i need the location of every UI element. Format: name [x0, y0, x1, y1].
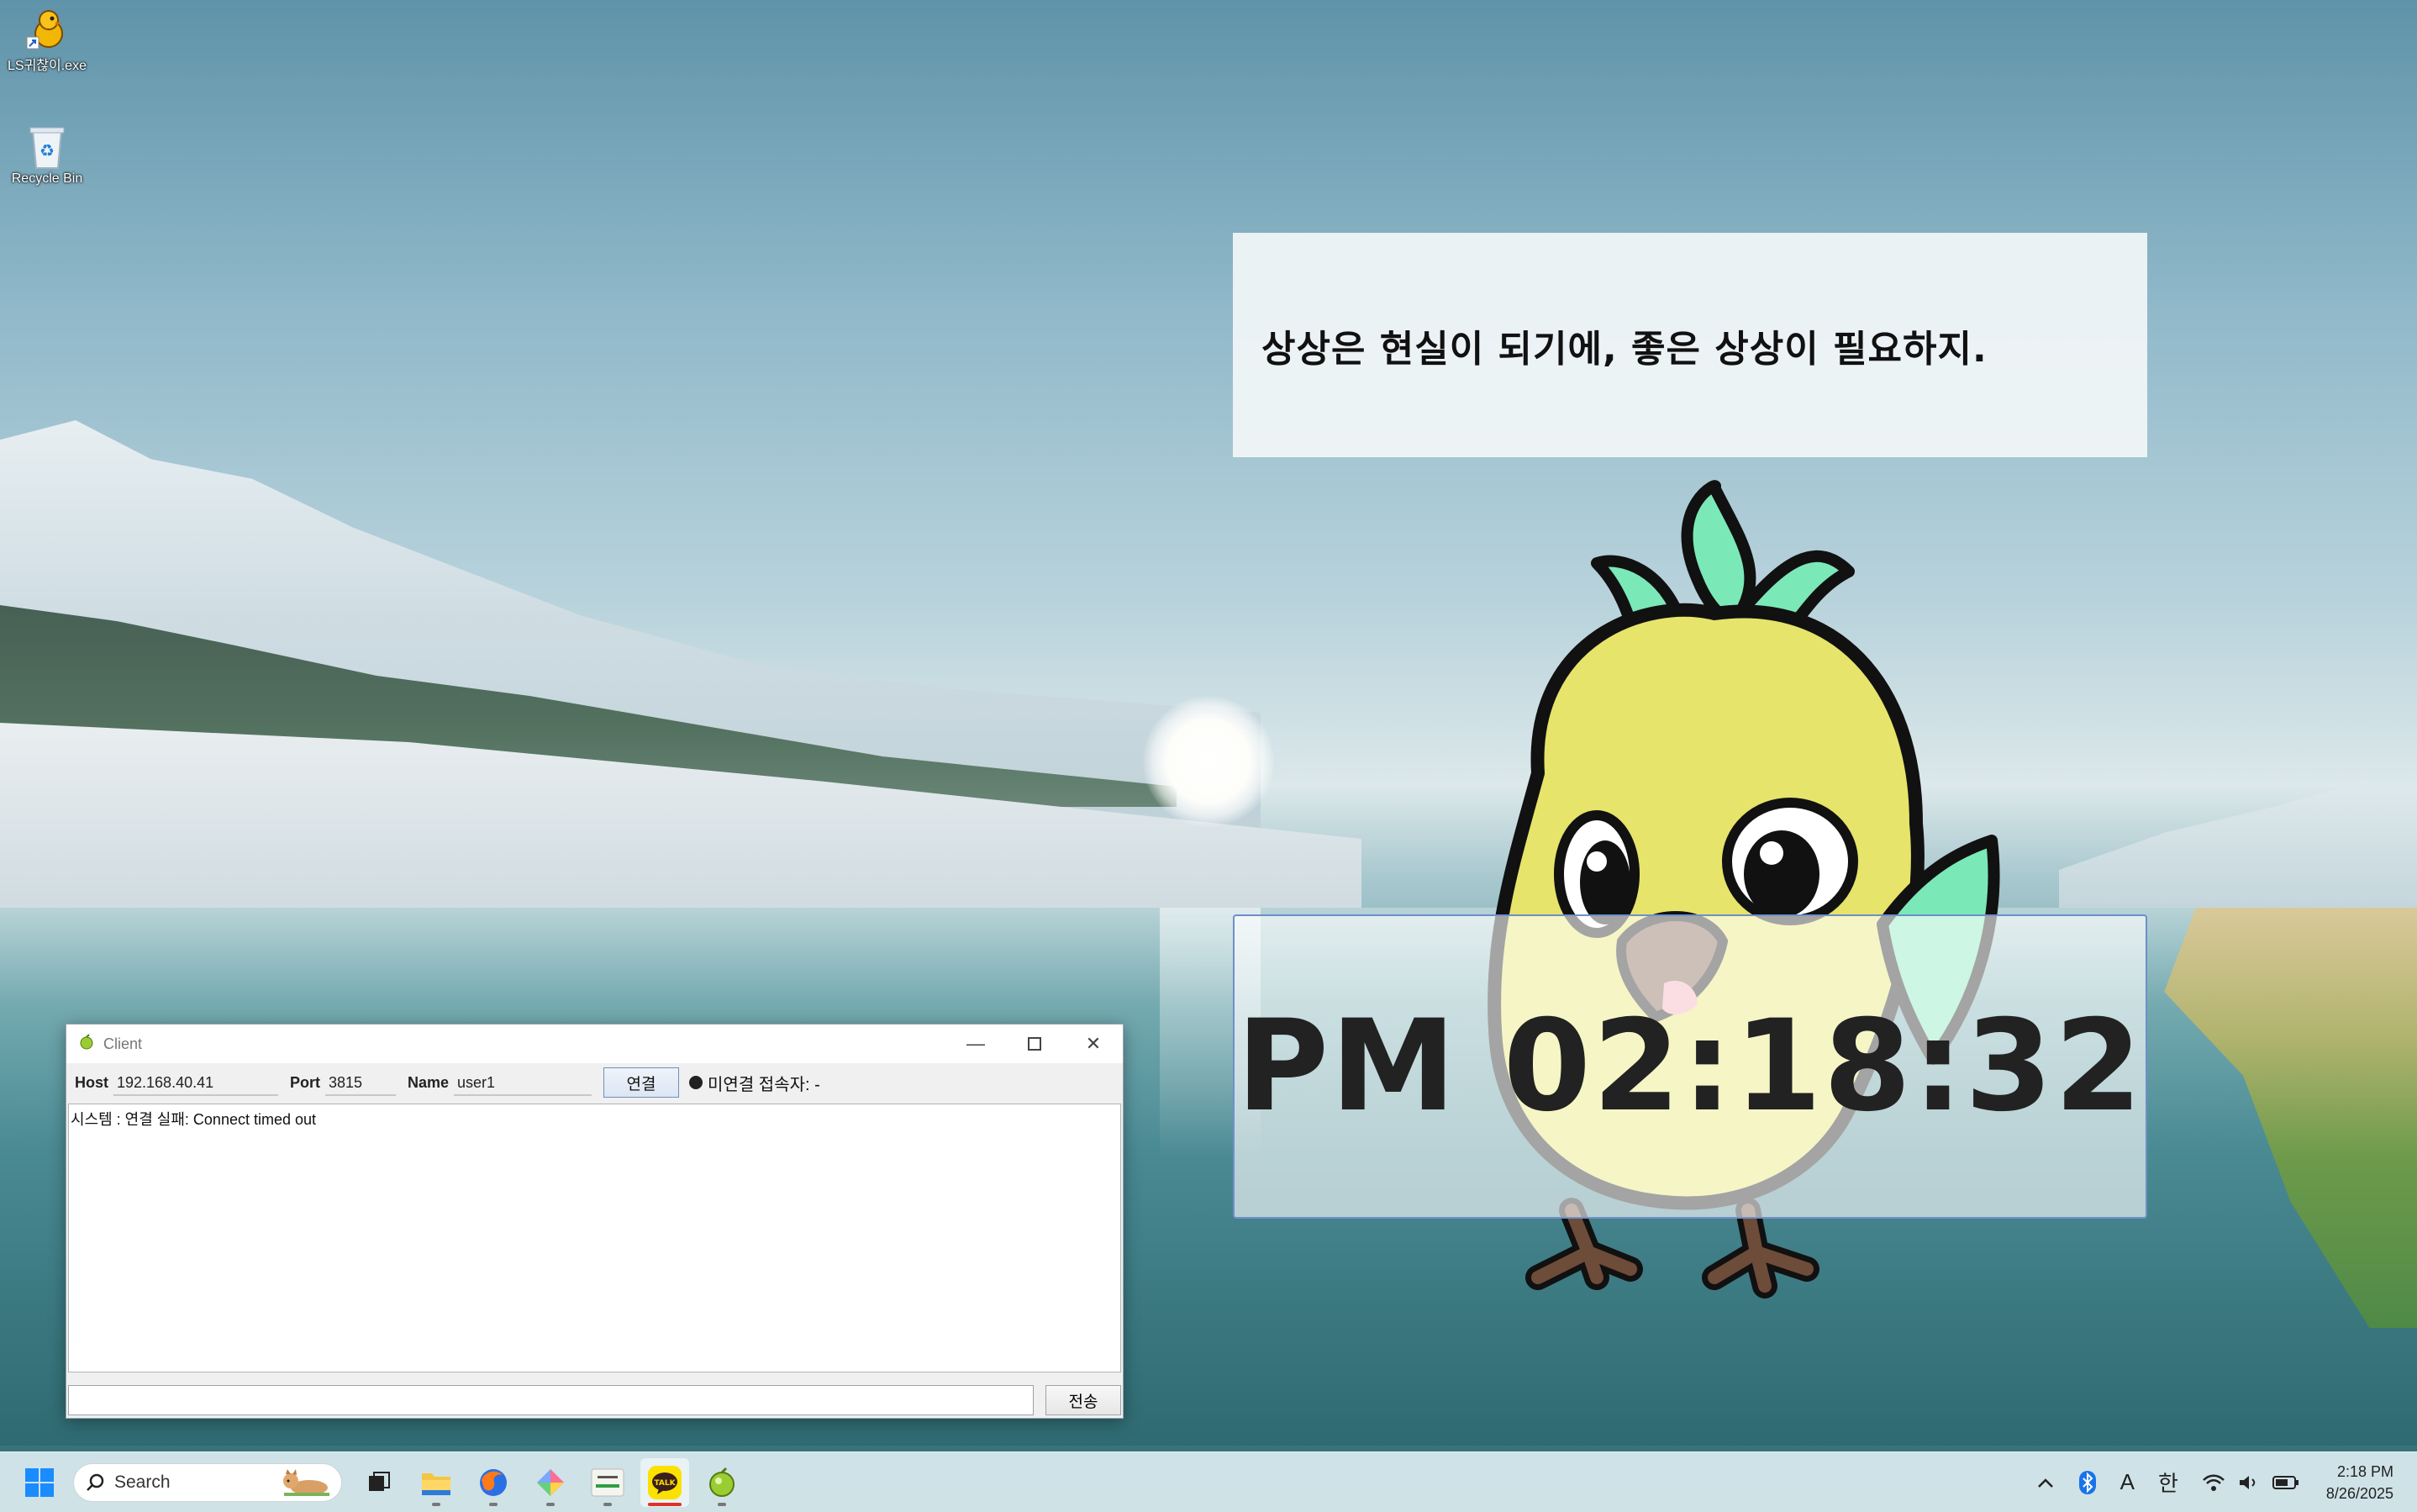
kakaotalk-icon: TALK: [648, 1465, 682, 1499]
taskbar-app-firefox[interactable]: [469, 1458, 518, 1507]
quote-widget: 상상은 현실이 되기에, 좋은 상상이 필요하지.: [1233, 233, 2147, 457]
status-dot-icon: [689, 1076, 703, 1089]
running-indicator: [603, 1502, 612, 1506]
task-view-button[interactable]: [355, 1458, 403, 1507]
search-icon: [87, 1473, 104, 1491]
volume-icon: [2239, 1475, 2256, 1489]
wallpaper-mountain-right: [2059, 782, 2417, 908]
running-indicator: [432, 1502, 440, 1506]
name-label: Name: [408, 1073, 450, 1091]
bird-mascot-image: [1488, 480, 2000, 1299]
taskbar-date: 8/26/2025: [2325, 1484, 2393, 1502]
send-button[interactable]: 전송: [1045, 1385, 1121, 1415]
connect-button[interactable]: 연결: [603, 1067, 680, 1098]
wallpaper-mountain-left: [0, 420, 1261, 908]
status-text: 미연결 접속자: -: [708, 1075, 820, 1094]
recycle-bin-icon: ♻: [24, 123, 71, 170]
running-indicator: [648, 1502, 682, 1506]
desktop-icon-recycle-bin[interactable]: ♻ Recycle Bin: [3, 123, 91, 187]
host-label: Host: [75, 1073, 108, 1091]
log-line: 시스템 : 연결 실패: Connect timed out: [71, 1111, 317, 1128]
battery-icon: [2272, 1475, 2299, 1489]
taskbar-app-file-explorer[interactable]: [412, 1458, 461, 1507]
clock-widget: PM 02:18:32: [1233, 914, 2147, 1219]
desktop-icon-ls-app[interactable]: LS귀찮이.exe: [3, 5, 91, 74]
taskbar-app-lsy[interactable]: [583, 1458, 632, 1507]
host-input[interactable]: 192.168.40.41: [113, 1069, 278, 1096]
running-indicator: [546, 1502, 555, 1506]
chat-log[interactable]: 시스템 : 연결 실패: Connect timed out: [68, 1104, 1121, 1372]
windows-logo-icon: [25, 1467, 54, 1497]
window-title: Client: [103, 1035, 143, 1052]
minimize-icon: —: [966, 1033, 985, 1054]
taskbar-app-client[interactable]: [698, 1458, 746, 1507]
connection-toolbar: Host 192.168.40.41 Port 3815 Name user1 …: [66, 1063, 1123, 1102]
close-button[interactable]: ✕: [1064, 1025, 1123, 1063]
svg-text:♻: ♻: [39, 140, 55, 161]
taskbar-app-launcher[interactable]: [526, 1458, 575, 1507]
network-volume-battery-button[interactable]: [2202, 1472, 2299, 1493]
task-view-icon: [369, 1471, 390, 1491]
gem-app-icon: [537, 1468, 564, 1496]
running-indicator: [718, 1502, 726, 1506]
bluetooth-icon: [2078, 1470, 2096, 1494]
window-titlebar[interactable]: Client — ✕: [66, 1025, 1123, 1063]
quote-text: 상상은 현실이 되기에, 좋은 상상이 필요하지.: [1261, 327, 1988, 371]
client-app-icon: [709, 1467, 735, 1497]
firefox-icon: [480, 1468, 507, 1496]
lsy-app-icon: [591, 1468, 624, 1496]
desktop-icon-label: LS귀찮이.exe: [8, 59, 87, 73]
duck-app-icon: [24, 5, 71, 52]
maximize-button[interactable]: [1005, 1025, 1064, 1063]
show-hidden-icons-button[interactable]: [2036, 1477, 2055, 1488]
system-tray: A 한 2:18 PM 8/26/2025: [2025, 1452, 2417, 1512]
start-button[interactable]: [15, 1458, 64, 1507]
connection-status: 미연결 접속자: -: [689, 1071, 820, 1095]
client-window: Client — ✕ Host 192.168.40.41 Port 3815 …: [66, 1024, 1124, 1419]
search-placeholder: Search: [114, 1472, 171, 1492]
clock-time: PM 02:18:32: [1236, 993, 2144, 1140]
folder-icon: [422, 1472, 450, 1495]
port-input[interactable]: 3815: [325, 1069, 396, 1096]
wallpaper-shore: [0, 723, 1361, 916]
search-highlight-dog-icon: [283, 1468, 329, 1496]
app-icon: [78, 1033, 95, 1055]
wallpaper-forest: [0, 605, 1177, 807]
chevron-up-icon: [2037, 1478, 2053, 1488]
wifi-icon: [2203, 1474, 2225, 1491]
wallpaper-grass: [2164, 908, 2417, 1328]
port-label: Port: [290, 1073, 320, 1091]
maximize-icon: [1028, 1037, 1041, 1051]
minimize-button[interactable]: —: [946, 1025, 1005, 1063]
taskbar: Search TALK A 한 2:18 PM 8/26/2025: [0, 1451, 2417, 1512]
taskbar-time: 2:18 PM: [2336, 1462, 2393, 1480]
taskbar-clock[interactable]: 2:18 PM 8/26/2025: [2326, 1461, 2393, 1504]
ime-language-indicator[interactable]: 한: [2158, 1467, 2178, 1498]
taskbar-search[interactable]: Search: [73, 1462, 342, 1502]
close-icon: ✕: [1085, 1033, 1102, 1054]
running-indicator: [489, 1502, 498, 1506]
name-input[interactable]: user1: [454, 1069, 592, 1096]
taskbar-app-kakaotalk[interactable]: TALK: [640, 1457, 689, 1507]
wallpaper-sun: [1143, 696, 1274, 827]
bluetooth-tray-button[interactable]: [2078, 1470, 2097, 1495]
kakaotalk-icon-label: TALK: [654, 1479, 676, 1488]
ime-mode-indicator[interactable]: A: [2120, 1469, 2135, 1495]
desktop-icon-label: Recycle Bin: [11, 171, 83, 186]
message-input[interactable]: [68, 1385, 1035, 1415]
message-row: 전송: [68, 1383, 1121, 1417]
